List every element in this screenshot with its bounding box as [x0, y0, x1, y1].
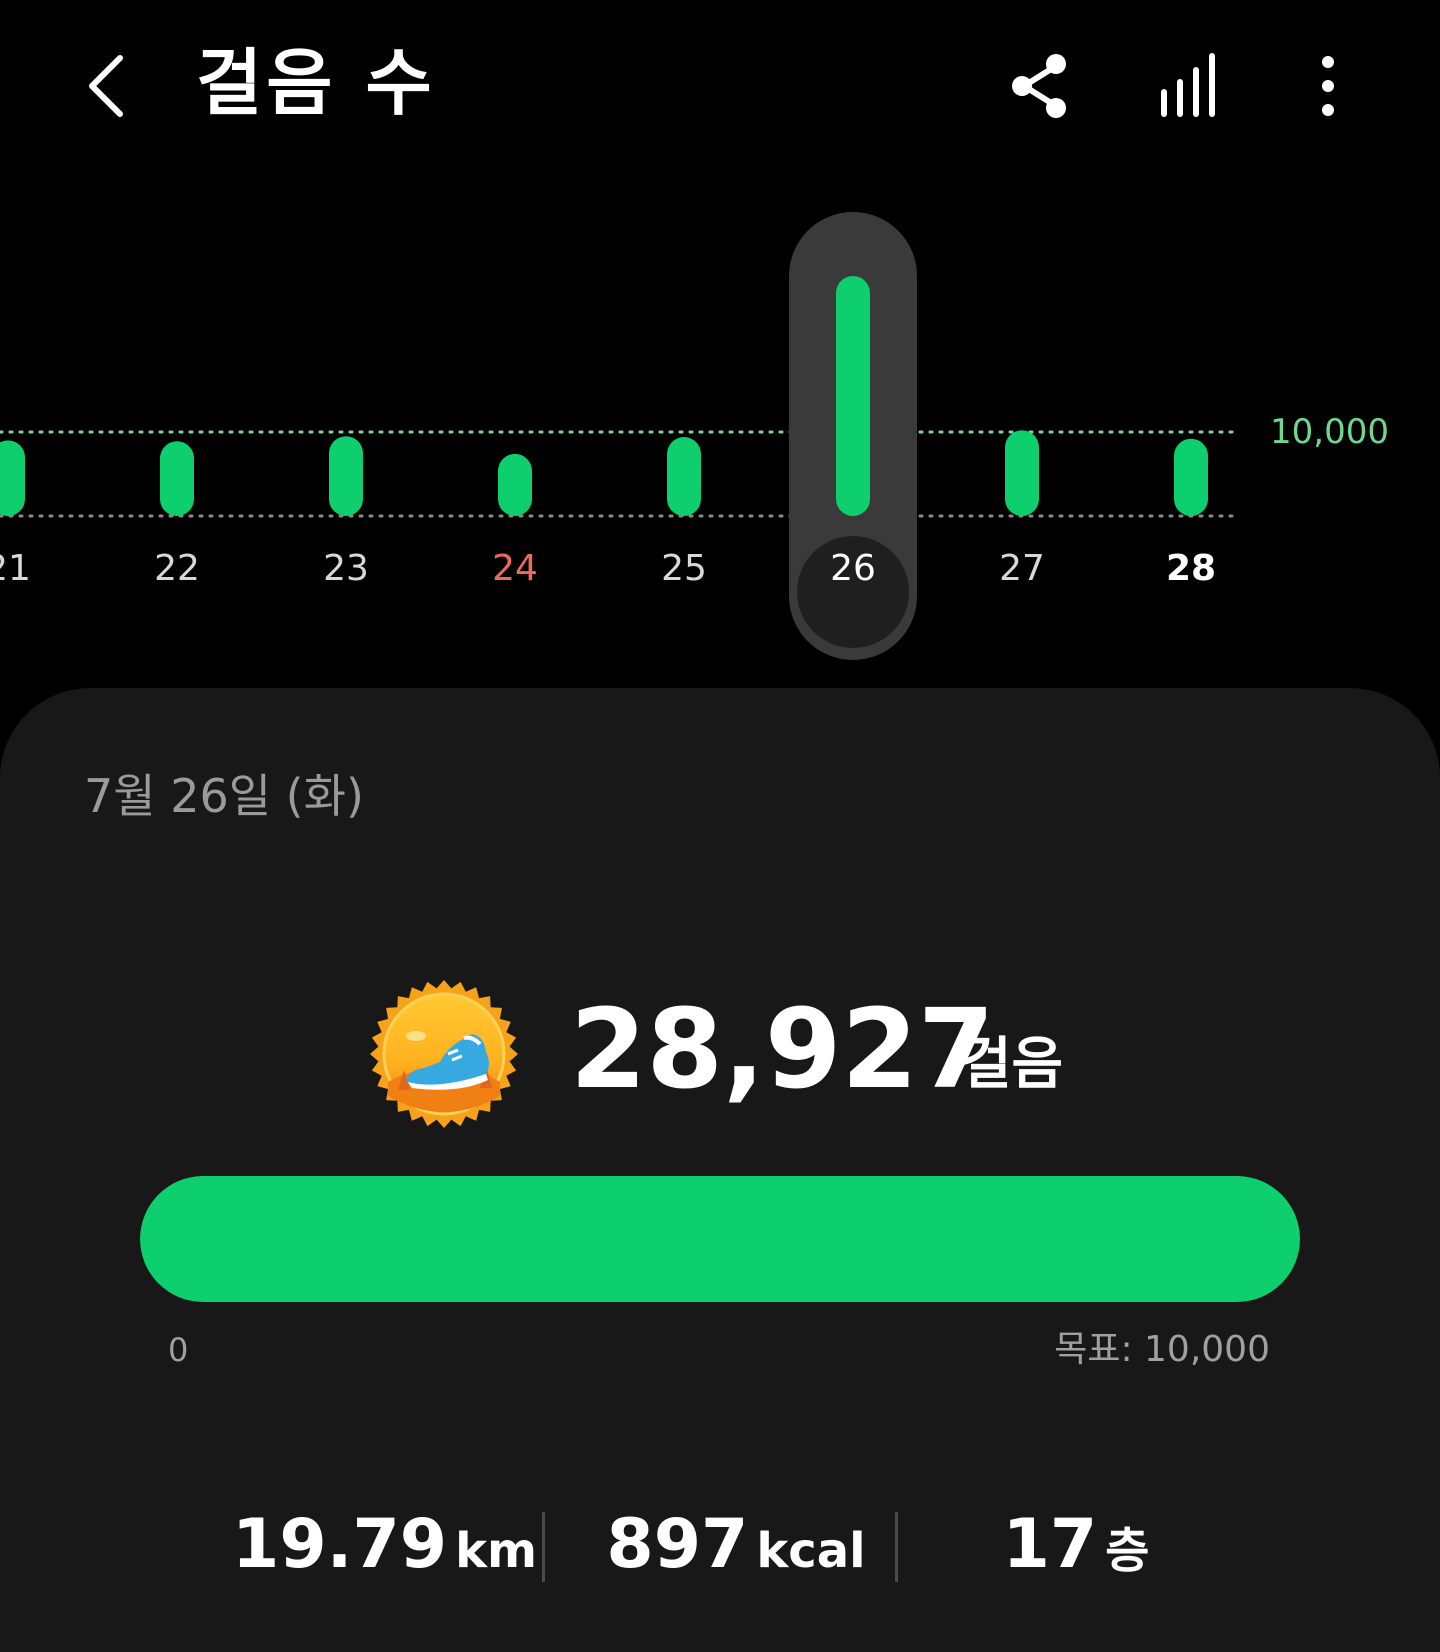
day-bar-21[interactable]: [0, 440, 25, 516]
stat-divider: [895, 1512, 898, 1582]
progress-goal-label: 목표: 10,000: [1054, 1329, 1270, 1370]
day-bar-25[interactable]: [667, 437, 701, 516]
distance-stat[interactable]: 19.79 km: [232, 1500, 537, 1590]
calories-unit: kcal: [756, 1523, 866, 1579]
steps-summary: 28,927 걸음: [0, 978, 1440, 1128]
day-bar-26[interactable]: [836, 276, 870, 516]
day-bar-28[interactable]: [1174, 438, 1208, 516]
calories-value: 897: [606, 1505, 749, 1584]
stat-divider: [542, 1512, 545, 1582]
day-label-27[interactable]: 27: [999, 548, 1045, 589]
goal-line-label: 10,000: [1270, 412, 1389, 452]
calories-stat[interactable]: 897 kcal: [596, 1500, 876, 1590]
day-label-23[interactable]: 23: [323, 548, 369, 589]
day-label-25[interactable]: 25: [661, 548, 707, 589]
page-title: 걸음 수: [196, 41, 436, 125]
bar-chart-icon: [1161, 53, 1215, 117]
distance-value: 19.79: [232, 1505, 448, 1584]
step-count-unit: 걸음: [960, 1032, 1064, 1097]
day-bar-23[interactable]: [329, 436, 363, 516]
chart-canvas: 21 22 23 24 25 26 27 28: [0, 212, 1234, 660]
more-options-button[interactable]: [1288, 46, 1368, 126]
day-bar-27[interactable]: [1005, 430, 1039, 516]
share-icon: [1012, 54, 1066, 118]
day-bar-22[interactable]: [160, 441, 194, 516]
floors-value: 17: [1002, 1505, 1098, 1584]
floors-stat[interactable]: 17 층: [956, 1500, 1196, 1590]
distance-unit: km: [455, 1523, 538, 1579]
daily-steps-chart[interactable]: 21 22 23 24 25 26 27 28 10,000: [0, 190, 1440, 670]
app-header: 걸음 수: [0, 0, 1440, 170]
goal-progress-fill: [140, 1176, 1300, 1302]
day-bar-24[interactable]: [498, 453, 532, 516]
day-label-26[interactable]: 26: [830, 548, 876, 589]
day-label-21[interactable]: 21: [0, 548, 31, 589]
selected-date: 7월 26일 (화): [84, 769, 364, 823]
chevron-left-icon: [89, 55, 123, 117]
floors-unit: 층: [1105, 1523, 1150, 1579]
day-label-22[interactable]: 22: [154, 548, 200, 589]
activity-stats: 19.79 km 897 kcal 17 층: [0, 1500, 1440, 1590]
running-shoe-badge-icon[interactable]: [368, 978, 520, 1130]
goal-progress-bar: [140, 1176, 1300, 1302]
share-button[interactable]: [1000, 46, 1080, 126]
summary-card: 7월 26일 (화) 28,927 걸음 0 목표: 10,000 19.79 …: [0, 688, 1440, 1652]
progress-min-label: 0: [168, 1331, 189, 1369]
step-count-value: 28,927: [570, 985, 995, 1113]
more-vert-icon: [1322, 56, 1334, 116]
day-label-28[interactable]: 28: [1166, 548, 1216, 589]
day-label-24[interactable]: 24: [492, 548, 538, 589]
back-button[interactable]: [78, 50, 138, 120]
stats-button[interactable]: [1150, 46, 1230, 126]
